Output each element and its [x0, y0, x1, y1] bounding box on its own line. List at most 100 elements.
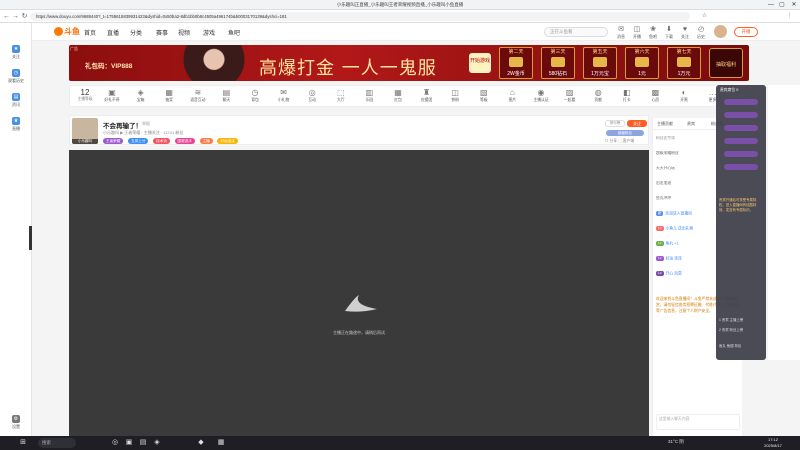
- activity-item[interactable]: ◉ 主播认证: [529, 88, 553, 103]
- minimize-button[interactable]: —: [766, 1, 776, 9]
- taskbar-app-icon[interactable]: ◆: [196, 438, 206, 448]
- activity-icon: ⬚: [337, 88, 345, 97]
- sidebar-item-history[interactable]: ◷ 观看历史: [0, 69, 32, 84]
- nav-fishbar[interactable]: 鱼吧: [228, 28, 240, 37]
- menu-icon[interactable]: ⋮: [785, 12, 794, 21]
- activity-item[interactable]: ⬚ 大厅: [329, 88, 353, 103]
- start-game-button[interactable]: 开始游戏: [469, 53, 491, 73]
- rank-button[interactable]: 排行榜: [605, 120, 625, 127]
- maximize-button[interactable]: ▢: [777, 1, 787, 9]
- activity-item[interactable]: ◈ 宝箱: [129, 88, 153, 103]
- back-icon[interactable]: ←: [2, 12, 11, 21]
- room-tag[interactable]: 王者荣耀: [103, 138, 124, 144]
- super-fan-badge[interactable]: 超级粉丝: [606, 130, 644, 136]
- taskbar-app-icon[interactable]: ▦: [216, 438, 226, 448]
- header-fishbar[interactable]: ❀ 鱼吧: [646, 26, 660, 40]
- windows-start-icon[interactable]: ⊞: [18, 438, 28, 448]
- activity-label: 语音互动: [190, 98, 206, 102]
- activity-item[interactable]: ▦ 抽奖: [157, 88, 181, 103]
- header-follow[interactable]: ♥ 关注: [678, 26, 692, 40]
- streamer-avatar[interactable]: 小乐趣叫: [72, 118, 98, 144]
- close-window-button[interactable]: ✕: [789, 1, 799, 9]
- header-history[interactable]: ◴ 历史: [694, 26, 708, 40]
- header-download[interactable]: ⬇ 下载: [662, 26, 676, 40]
- crown-icon: ♛: [12, 117, 20, 125]
- taskbar-app-icon[interactable]: ◎: [110, 438, 120, 448]
- gift-footer-line[interactable]: 鱼丸 鱼翅 背包: [719, 343, 763, 348]
- nav-events[interactable]: 赛事: [156, 28, 168, 37]
- activity-label: 主播认证: [533, 98, 549, 102]
- sidebar-item-follow[interactable]: ★ 关注: [0, 45, 32, 60]
- vip-seat-pill[interactable]: [724, 164, 758, 170]
- weather-widget[interactable]: 31°C 阴: [668, 439, 684, 445]
- system-clock[interactable]: 17:12 2025/8/17: [758, 437, 788, 448]
- share-row[interactable]: ☐ 分享 ⬚ 客户端: [605, 138, 634, 144]
- sidebar-item-news[interactable]: ▤ 资讯: [0, 93, 32, 108]
- activity-item[interactable]: ▥ 乐园: [357, 88, 381, 103]
- start-live-button[interactable]: 开播: [734, 27, 758, 37]
- activity-item[interactable]: ⌂ 图片: [500, 88, 524, 103]
- header-broadcast[interactable]: ◫ 开播: [630, 26, 644, 40]
- loading-icon: [345, 295, 377, 312]
- vip-seat-pill[interactable]: [724, 99, 758, 105]
- address-bar[interactable]: https://www.douyu.com/9688440?_t=1755615…: [30, 12, 690, 21]
- nav-video[interactable]: 视频: [178, 28, 190, 37]
- activity-item[interactable]: ◧ 打卡: [615, 88, 639, 103]
- chat-text: 粉丝团专属: [656, 136, 675, 140]
- video-player[interactable]: 主播正在路途中，请稍后再试: [69, 150, 649, 436]
- activity-item[interactable]: ≋ 语音互动: [186, 88, 210, 103]
- room-tag[interactable]: 好运连连: [217, 138, 238, 144]
- sidebar-item-settings[interactable]: ⚙ 设置: [0, 415, 32, 430]
- room-tag[interactable]: 主播: [199, 138, 213, 144]
- ad-banner[interactable]: 广告 礼包码：VIP888 高爆打金 一人一鬼服 开始游戏 第二天 2W金币 第三…: [69, 45, 749, 81]
- tab-vip[interactable]: 贵宾: [687, 121, 695, 127]
- chat-input[interactable]: 这里输入聊天内容: [656, 414, 740, 430]
- vip-seat-pill[interactable]: [724, 151, 758, 157]
- activity-item[interactable]: ♜ 应援团: [415, 88, 439, 103]
- taskbar-app-icon[interactable]: ▣: [124, 438, 134, 448]
- vip-seat-pill[interactable]: [724, 125, 758, 131]
- activity-item[interactable]: ▦ 红包: [386, 88, 410, 103]
- nav-live[interactable]: 直播: [107, 28, 119, 37]
- lucky-draw-button[interactable]: 抽取福利: [709, 48, 743, 78]
- activity-item[interactable]: ▤ 聊天: [214, 88, 238, 103]
- taskbar-search[interactable]: 搜索: [38, 438, 76, 448]
- forward-icon[interactable]: →: [11, 12, 20, 21]
- activity-item[interactable]: ◫ 铁粉: [443, 88, 467, 103]
- room-tag[interactable]: 国服选手: [174, 138, 195, 144]
- search-input[interactable]: 正在斗鱼看: [544, 27, 608, 37]
- activity-icon: ✉: [280, 88, 287, 97]
- user-avatar[interactable]: [714, 25, 727, 38]
- tab-contribution[interactable]: 主播贡献: [657, 121, 673, 127]
- sidebar-item-live[interactable]: ♛ 直播: [0, 117, 32, 132]
- taskbar-app-icon[interactable]: ◈: [152, 438, 162, 448]
- report-link[interactable]: 举报: [142, 121, 150, 127]
- activity-item[interactable]: ◎ 互动: [300, 88, 324, 103]
- follow-button[interactable]: 关注: [627, 120, 647, 127]
- activity-icon: ♜: [423, 88, 431, 97]
- activity-item[interactable]: ◐ 开黑: [672, 88, 696, 103]
- activity-item[interactable]: ▣ 好礼不停: [100, 88, 124, 103]
- activity-item[interactable]: ◍ 贡献: [586, 88, 610, 103]
- nav-home[interactable]: 首页: [84, 28, 96, 37]
- nav-games[interactable]: 游戏: [203, 28, 215, 37]
- activity-item[interactable]: ◷ 背包: [243, 88, 267, 103]
- activity-item[interactable]: ▨ 一起看: [558, 88, 582, 103]
- bookmark-icon[interactable]: ☆: [700, 12, 709, 21]
- nav-category[interactable]: 分类: [130, 28, 142, 37]
- activity-item[interactable]: ✉ 小礼物: [272, 88, 296, 103]
- streamer-name: 小乐趣叫: [72, 139, 98, 144]
- activity-item[interactable]: ▧ 等级: [472, 88, 496, 103]
- site-logo[interactable]: 斗鱼: [54, 26, 80, 38]
- room-tag[interactable]: 技术流: [153, 138, 170, 144]
- activity-item[interactable]: ▩ 心愿: [643, 88, 667, 103]
- reload-icon[interactable]: ↻: [20, 12, 29, 21]
- activity-icon: ▥: [365, 88, 374, 97]
- taskbar-app-icon[interactable]: ▤: [138, 438, 148, 448]
- vip-seat-pill[interactable]: [724, 138, 758, 144]
- vip-seat-pill[interactable]: [724, 112, 758, 118]
- header-messages[interactable]: ✉ 消息: [614, 26, 628, 40]
- level-counter: 12 主播等级: [77, 88, 93, 101]
- room-tag[interactable]: 五排上分: [128, 138, 149, 144]
- room-meta: 小乐趣叫 ▶ 王者荣耀 · 主播关注 · 11741 粉丝: [103, 130, 184, 135]
